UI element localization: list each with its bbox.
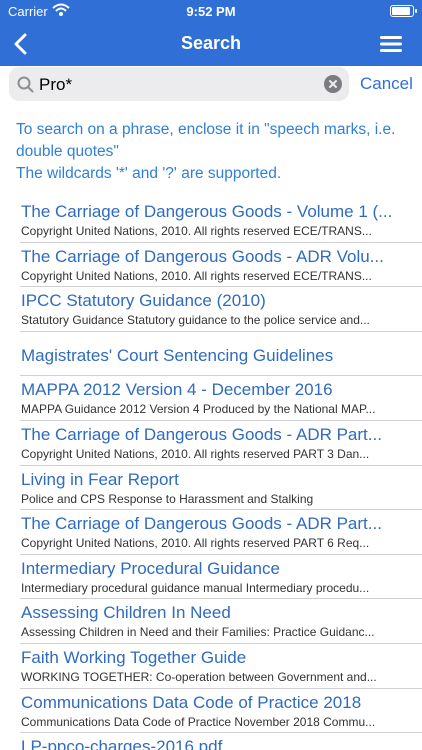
result-row[interactable]: The Carriage of Dangerous Goods - ADR Pa… [20, 510, 422, 555]
result-title: IPCC Statutory Guidance (2010) [21, 291, 266, 311]
result-description: Assessing Children in Need and their Fam… [21, 625, 375, 640]
status-time: 9:52 PM [186, 4, 236, 19]
result-title: The Carriage of Dangerous Goods - ADR Pa… [21, 424, 382, 444]
result-title: Faith Working Together Guide [21, 647, 247, 667]
result-description: Copyright United Nations, 2010. All righ… [21, 224, 372, 238]
result-row[interactable]: Intermediary Procedural Guidance Interme… [20, 555, 422, 600]
search-bar: Pro* Cancel [0, 66, 422, 104]
result-row[interactable]: Magistrates' Court Sentencing Guidelines [20, 332, 422, 377]
result-title: Living in Fear Report [21, 469, 179, 489]
result-row[interactable]: The Carriage of Dangerous Goods - Volume… [20, 198, 422, 243]
result-title: Intermediary Procedural Guidance [21, 558, 280, 578]
result-description: Intermediary procedural guidance manual … [21, 580, 370, 595]
result-title: The Carriage of Dangerous Goods - ADR Vo… [21, 246, 384, 266]
result-description: Copyright United Nations, 2010. All righ… [21, 536, 370, 551]
result-description: MAPPA Guidance 2012 Version 4 Produced b… [21, 402, 376, 417]
result-description: WORKING TOGETHER: Co-operation between G… [21, 669, 377, 684]
results-list: The Carriage of Dangerous Goods - Volume… [0, 198, 422, 750]
search-hint-phrase: To search on a phrase, enclose it in "sp… [16, 121, 396, 160]
hamburger-menu-icon[interactable] [380, 34, 402, 54]
page-title: Search [180, 33, 242, 53]
search-hint: To search on a phrase, enclose it in "sp… [16, 119, 412, 185]
result-row[interactable]: MAPPA 2012 Version 4 - December 2016 MAP… [20, 376, 422, 421]
cancel-button[interactable]: Cancel [360, 74, 413, 94]
status-bar: Carrier 9:52 PM [0, 0, 422, 22]
battery-icon [390, 5, 417, 17]
result-row[interactable]: The Carriage of Dangerous Goods - ADR Pa… [20, 421, 422, 466]
search-input[interactable]: Pro* [9, 67, 349, 101]
result-row[interactable]: IPCC Statutory Guidance (2010) Statutory… [20, 287, 422, 332]
search-icon [17, 76, 34, 98]
result-title: LP-ppco-charges-2016.pdf [21, 737, 223, 750]
result-row[interactable]: Communications Data Code of Practice 201… [20, 689, 422, 734]
result-description: Copyright United Nations, 2010. All righ… [21, 268, 372, 283]
result-title: Assessing Children In Need [21, 603, 231, 623]
search-input-value: Pro* [39, 75, 73, 94]
clear-search-icon[interactable] [324, 75, 342, 93]
search-hint-wildcards: The wildcards '*' and '?' are supported. [16, 165, 282, 182]
result-description: Copyright United Nations, 2010. All righ… [21, 446, 370, 461]
result-title: The Carriage of Dangerous Goods - Volume… [21, 202, 393, 221]
result-title: MAPPA 2012 Version 4 - December 2016 [21, 380, 333, 400]
result-description: Communications Data Code of Practice Nov… [21, 714, 376, 729]
result-row[interactable]: The Carriage of Dangerous Goods - ADR Vo… [20, 243, 422, 288]
result-row[interactable]: Assessing Children In Need Assessing Chi… [20, 599, 422, 644]
result-row[interactable]: LP-ppco-charges-2016.pdf [20, 733, 422, 750]
result-title: The Carriage of Dangerous Goods - ADR Pa… [21, 514, 382, 534]
result-title: Magistrates' Court Sentencing Guidelines [21, 345, 334, 365]
result-row[interactable]: Faith Working Together Guide WORKING TOG… [20, 644, 422, 689]
result-title: Communications Data Code of Practice 201… [21, 692, 362, 712]
result-row[interactable]: Living in Fear Report Police and CPS Res… [20, 466, 422, 511]
result-description: Statutory Guidance Statutory guidance to… [21, 313, 370, 328]
result-description: Police and CPS Response to Harassment an… [21, 491, 314, 506]
nav-bar: Search [0, 22, 422, 66]
